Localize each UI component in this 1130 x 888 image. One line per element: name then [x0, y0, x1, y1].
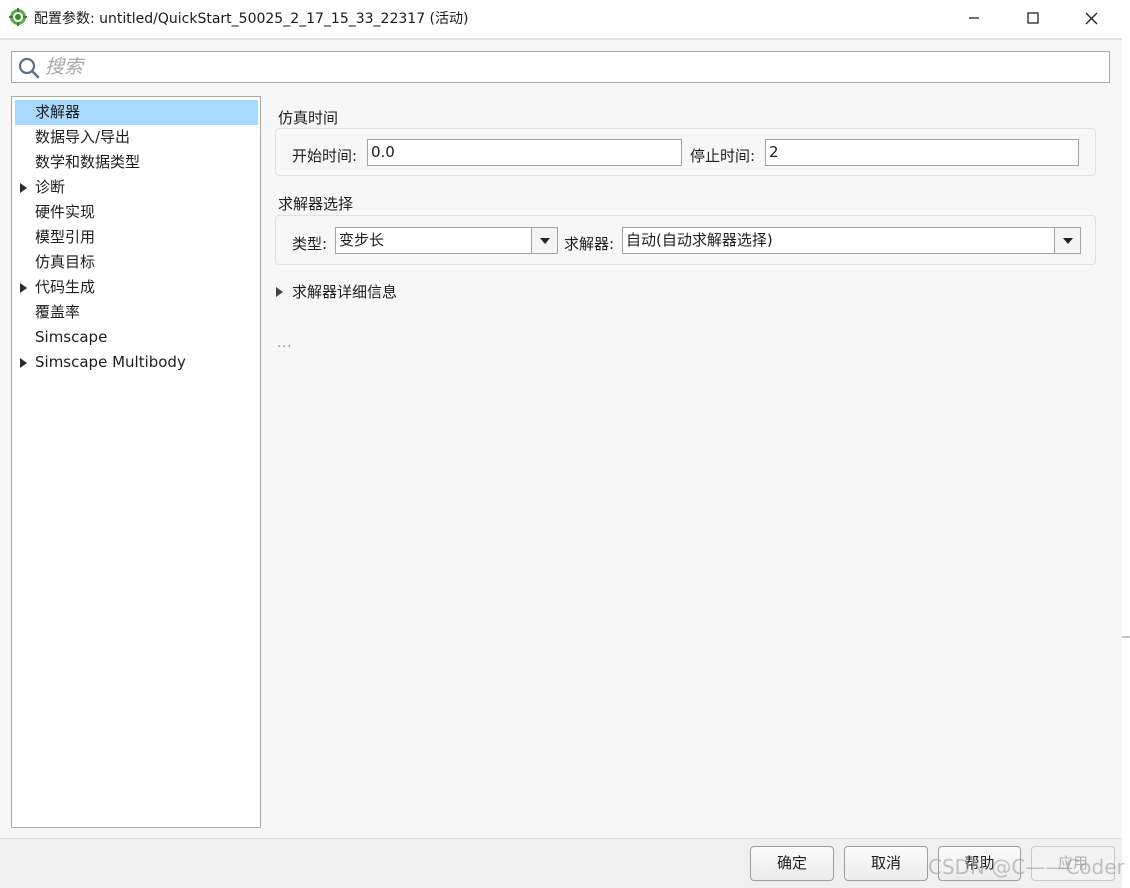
- solver-type-value: 变步长: [339, 231, 385, 249]
- category-tree: 求解器 数据导入/导出 数学和数据类型 诊断 硬件实现 模型引用 仿真目标 代码…: [11, 96, 261, 828]
- chevron-down-icon: [1063, 238, 1073, 244]
- expand-arrow-icon[interactable]: [20, 358, 27, 368]
- solver-label: 求解器:: [564, 235, 615, 253]
- close-button[interactable]: [1062, 0, 1120, 36]
- start-time-field[interactable]: 0.0: [367, 139, 682, 166]
- solver-type-dropdown[interactable]: 变步长: [335, 227, 558, 254]
- expand-arrow-icon: [276, 287, 283, 297]
- tree-item-code-generation[interactable]: 代码生成: [15, 275, 258, 300]
- apply-button[interactable]: 应用: [1031, 846, 1115, 881]
- tree-item-label: 诊断: [35, 178, 66, 196]
- tree-item-coverage[interactable]: 覆盖率: [15, 300, 258, 325]
- close-icon: [1085, 12, 1097, 24]
- ok-button[interactable]: 确定: [750, 846, 834, 881]
- dropdown-button[interactable]: [531, 228, 557, 253]
- tree-item-diagnostics[interactable]: 诊断: [15, 175, 258, 200]
- maximize-button[interactable]: [1004, 0, 1062, 36]
- tree-item-label: 数据导入/导出: [35, 128, 131, 146]
- background-edge-mark: [1122, 636, 1130, 638]
- maximize-icon: [1027, 12, 1039, 24]
- expand-arrow-icon[interactable]: [20, 283, 27, 293]
- help-button[interactable]: 帮助: [938, 846, 1021, 881]
- tree-item-label: 数学和数据类型: [35, 153, 141, 171]
- matlab-simulink-gear-icon: [9, 8, 27, 26]
- minimize-button[interactable]: [945, 0, 1003, 36]
- tree-item-label: 代码生成: [35, 278, 96, 296]
- solver-dropdown[interactable]: 自动(自动求解器选择): [622, 227, 1081, 254]
- tree-item-label: 求解器: [35, 103, 81, 121]
- tree-item-label: Simscape Multibody: [35, 353, 186, 371]
- solver-type-label: 类型:: [292, 235, 328, 253]
- sim-time-title: 仿真时间: [278, 109, 339, 127]
- tree-item-label: 覆盖率: [35, 303, 81, 321]
- tree-item-label: 模型引用: [35, 228, 96, 246]
- minimize-icon: [969, 17, 979, 19]
- tree-item-hardware-implementation[interactable]: 硬件实现: [15, 200, 258, 225]
- expand-arrow-icon[interactable]: [20, 183, 27, 193]
- dropdown-button[interactable]: [1054, 228, 1080, 253]
- more-indicator[interactable]: ...: [277, 336, 292, 351]
- tree-item-math-data-types[interactable]: 数学和数据类型: [15, 150, 258, 175]
- tree-item-data-import-export[interactable]: 数据导入/导出: [15, 125, 258, 150]
- tree-item-label: Simscape: [35, 328, 108, 346]
- solver-value: 自动(自动求解器选择): [626, 231, 773, 249]
- tree-item-label: 仿真目标: [35, 253, 96, 271]
- cancel-button[interactable]: 取消: [844, 846, 928, 881]
- tree-item-model-referencing[interactable]: 模型引用: [15, 225, 258, 250]
- background-edge: [1122, 36, 1130, 888]
- title-bar: 配置参数: untitled/QuickStart_50025_2_17_15_…: [0, 0, 1130, 36]
- chevron-down-icon: [540, 238, 550, 244]
- window-title: 配置参数: untitled/QuickStart_50025_2_17_15_…: [34, 11, 469, 27]
- solver-selection-title: 求解器选择: [278, 195, 354, 213]
- solver-details-label: 求解器详细信息: [292, 283, 398, 301]
- search-input[interactable]: [45, 56, 1095, 78]
- search-icon: [18, 57, 40, 79]
- stop-time-label: 停止时间:: [690, 147, 756, 165]
- tree-item-simscape[interactable]: Simscape: [15, 325, 258, 350]
- stop-time-field[interactable]: 2: [765, 139, 1079, 166]
- tree-item-label: 硬件实现: [35, 203, 96, 221]
- tree-item-solver[interactable]: 求解器: [15, 100, 258, 125]
- search-box[interactable]: [11, 51, 1110, 83]
- start-time-label: 开始时间:: [292, 147, 358, 165]
- tree-item-simulation-target[interactable]: 仿真目标: [15, 250, 258, 275]
- tree-item-simscape-multibody[interactable]: Simscape Multibody: [15, 350, 258, 375]
